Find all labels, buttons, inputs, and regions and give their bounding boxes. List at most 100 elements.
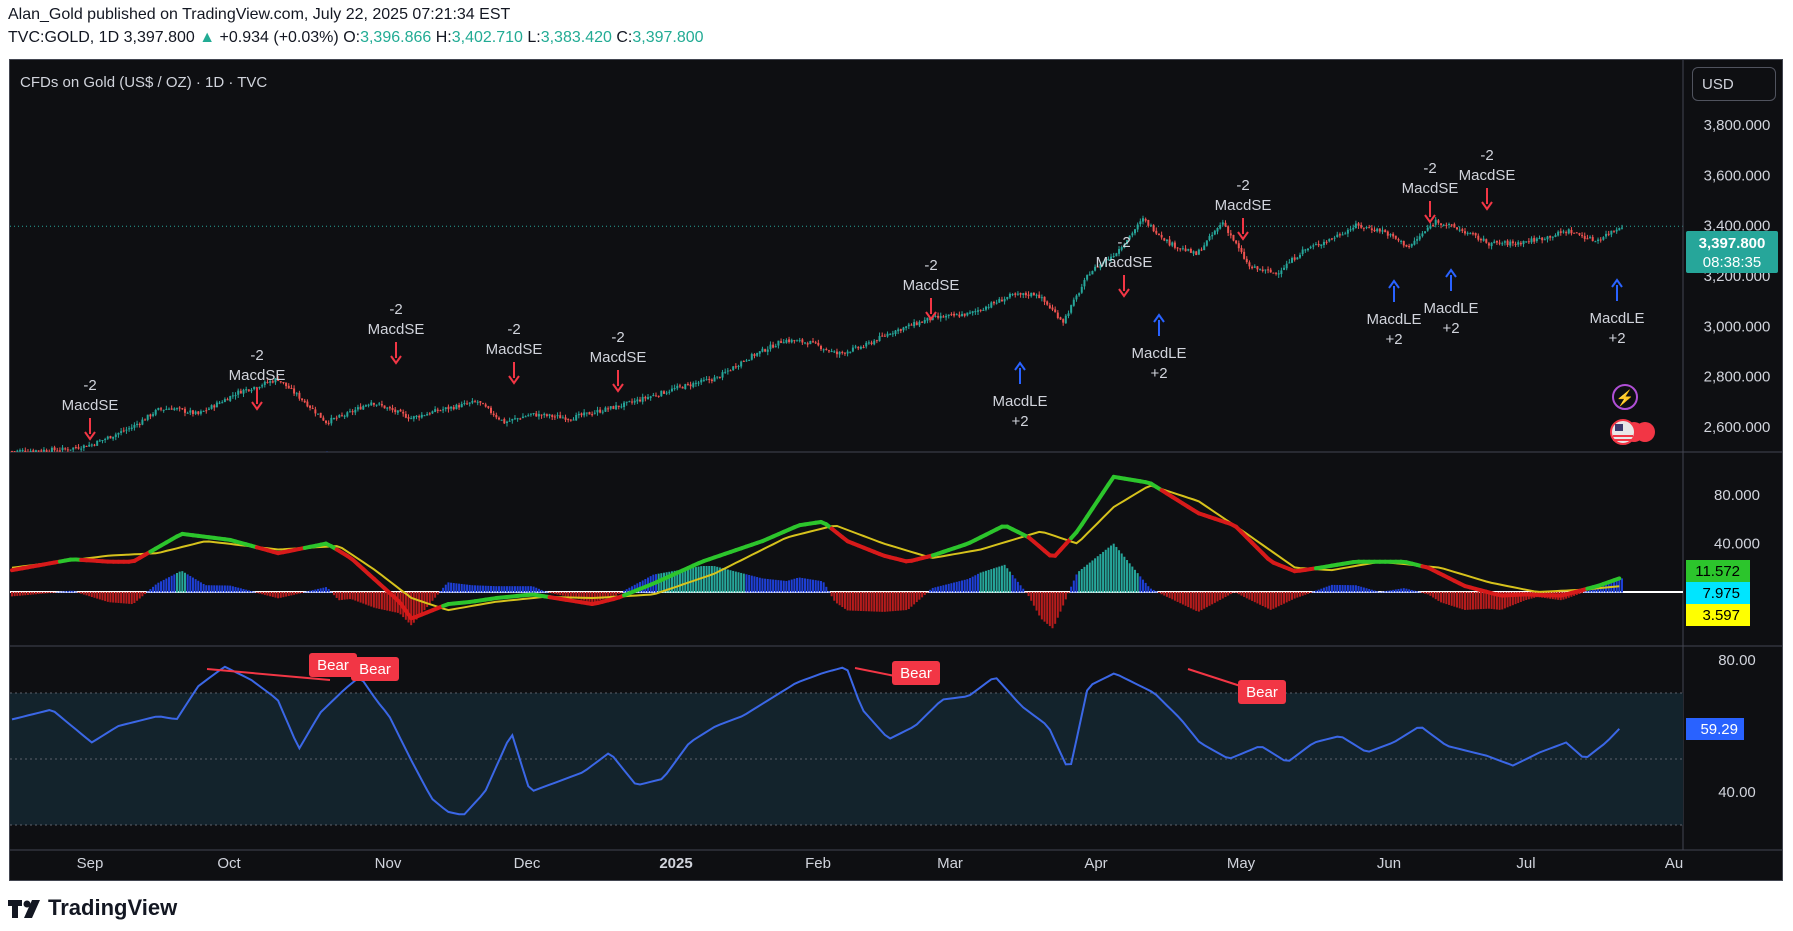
candle-body [253, 386, 256, 390]
macd-hist-bar [1072, 580, 1075, 593]
candle-body [197, 411, 200, 415]
candle-body [444, 407, 447, 410]
macd-hist-bar [1245, 592, 1248, 599]
macd-hist-bar [782, 580, 785, 593]
candle-body [1461, 229, 1464, 231]
time-tick-label: Sep [77, 855, 104, 872]
signal-qty: +2 [1442, 320, 1459, 337]
macd-hist-bar [11, 592, 13, 597]
candle-body [327, 422, 330, 424]
candle-body [482, 403, 485, 405]
candle-body [1320, 244, 1323, 247]
macd-hist-bar [330, 591, 333, 593]
macd-hist-bar [450, 582, 453, 593]
macd-hist-bar [772, 579, 775, 593]
candle-body [1091, 271, 1094, 275]
time-tick-label: Au [1665, 855, 1683, 872]
candle-body [335, 417, 338, 419]
macd-hist-bar [596, 592, 599, 601]
candle-body [1299, 254, 1301, 258]
candle-body [899, 329, 902, 331]
macd-hist-bar [117, 592, 120, 603]
macd-hist-bar [1208, 592, 1211, 606]
macd-hist-bar [1070, 586, 1073, 593]
candle-body [402, 411, 405, 414]
macd-hist-bar [958, 581, 961, 593]
macd-hist-bar [207, 585, 210, 593]
candle-body [340, 415, 343, 417]
macd-hist-bar [902, 592, 905, 611]
candle-body [1187, 249, 1190, 251]
candle-body [1163, 238, 1166, 241]
candle-body [835, 351, 838, 355]
candle-body [311, 408, 314, 410]
candle-body [247, 389, 250, 391]
candle-body [1392, 233, 1395, 237]
macd-hist-bar [931, 587, 934, 593]
tradingview-logo[interactable]: TradingView [8, 895, 177, 921]
candle-body [1437, 220, 1440, 223]
candle-body [596, 409, 599, 413]
macd-hist-bar [1022, 588, 1025, 593]
candle-body [801, 339, 804, 343]
chart-canvas[interactable]: MacdSE -2 MacdSE -2 MacdLE MacdSE -2 MacdSE -2 Ma… [0, 0, 1793, 931]
candle-body [160, 408, 163, 410]
macd-hist-bar [1027, 592, 1030, 597]
signal-label: MacdSE [903, 277, 960, 294]
candle-body [697, 382, 700, 384]
macd-hist-bar [1450, 592, 1453, 606]
macd-tick-label: 40.000 [1714, 536, 1760, 553]
candle-body [814, 342, 817, 344]
macd-hist-bar [1378, 591, 1381, 593]
macd-hist-bar [561, 592, 564, 596]
candle-body [1208, 236, 1211, 241]
macd-hist-bar [1107, 547, 1110, 593]
macd-hist-bar [1280, 592, 1283, 605]
candle-body [689, 384, 692, 387]
candle-body [724, 371, 727, 373]
macd-hist-bar [309, 590, 312, 593]
macd-hist-bar [1416, 591, 1419, 593]
macd-hist-bar [918, 592, 921, 600]
candle-body [293, 388, 296, 394]
candle-body [74, 447, 77, 449]
macd-hist-bar [29, 592, 32, 595]
macd-hist-bar [1149, 588, 1152, 593]
macd-hist-bar [979, 572, 982, 593]
macd-hist-bar [1157, 592, 1160, 593]
candle-body [138, 424, 141, 426]
candle-body [242, 389, 245, 394]
candle-body [1418, 236, 1421, 240]
macd-hist-bar [519, 586, 522, 593]
candle-body [1501, 243, 1504, 245]
macd-hist-bar [1184, 592, 1187, 606]
macd-hist-bar [535, 587, 538, 593]
candle-body [77, 447, 80, 449]
macd-hist-bar [218, 585, 221, 593]
candle-body [1200, 249, 1203, 251]
signal-label: MacdSE [590, 349, 647, 366]
candle-body [1511, 241, 1514, 244]
candle-body [537, 413, 540, 417]
candle-body [1317, 243, 1320, 246]
macd-hist-bar [340, 592, 343, 600]
currency-button[interactable]: USD [1692, 67, 1776, 101]
time-tick-label: Feb [805, 855, 831, 872]
candle-body [1360, 225, 1363, 228]
candle-body [601, 411, 604, 413]
macd-hist-bar [48, 592, 51, 594]
candle-body [623, 402, 626, 408]
macd-hist-bar [88, 592, 91, 597]
candle-body [426, 413, 429, 416]
macd-hist-bar [617, 592, 620, 595]
macd-hist-bar [138, 592, 141, 599]
candle-body [1607, 233, 1610, 235]
macd-hist-bar [1344, 585, 1347, 593]
candle-body [1261, 269, 1264, 272]
candle-body [1088, 274, 1091, 276]
candle-body [998, 299, 1001, 303]
macd-hist-bar [1030, 592, 1033, 601]
candle-body [61, 447, 64, 451]
macd-hist-bar [950, 583, 953, 593]
macd-hist-bar [1096, 556, 1099, 593]
